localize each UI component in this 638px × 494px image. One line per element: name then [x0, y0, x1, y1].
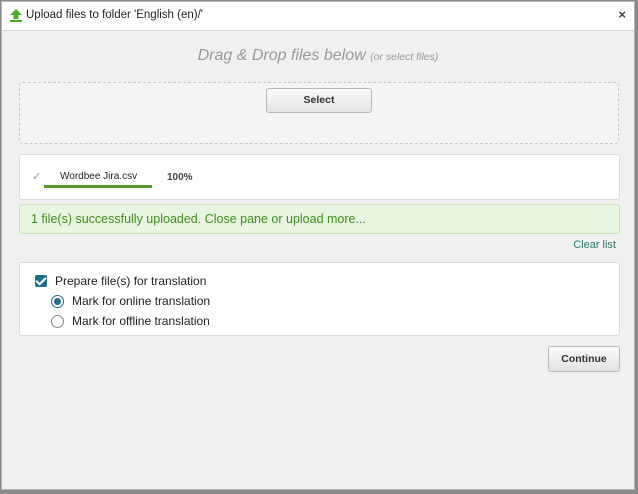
select-files-button[interactable]: Select	[266, 88, 372, 113]
upload-progress-bar	[44, 185, 152, 188]
online-option[interactable]: Mark for online translation	[51, 294, 210, 308]
translation-options: Prepare file(s) for translation Mark for…	[19, 262, 620, 336]
upload-progress-fill	[44, 185, 152, 188]
close-button[interactable]: ×	[618, 8, 626, 22]
drag-drop-title: Drag & Drop files below	[197, 47, 366, 64]
online-radio[interactable]	[51, 294, 64, 308]
prepare-checkbox[interactable]	[35, 275, 47, 287]
offline-option[interactable]: Mark for offline translation	[51, 314, 210, 328]
drag-drop-heading: Drag & Drop files below (or select files…	[2, 47, 634, 65]
online-label: Mark for online translation	[72, 294, 211, 308]
title-bar: Upload files to folder 'English (en)/' ×	[2, 2, 634, 31]
upload-dialog: Upload files to folder 'English (en)/' ×…	[1, 1, 635, 490]
prepare-label: Prepare file(s) for translation	[55, 274, 207, 288]
dialog-title: Upload files to folder 'English (en)/'	[26, 9, 203, 21]
offline-radio[interactable]	[51, 314, 64, 328]
upload-progress-percent: 100%	[167, 172, 193, 183]
file-name: Wordbee Jira.csv	[60, 171, 138, 182]
offline-label: Mark for offline translation	[72, 314, 210, 328]
prepare-option[interactable]: Prepare file(s) for translation	[35, 274, 206, 288]
continue-button[interactable]: Continue	[548, 346, 620, 372]
file-list: ✓ Wordbee Jira.csv 100%	[19, 154, 620, 200]
success-message: 1 file(s) successfully uploaded. Close p…	[19, 204, 620, 234]
check-icon: ✓	[32, 171, 42, 183]
clear-list-link[interactable]: Clear list	[573, 239, 616, 251]
upload-arrow-icon	[10, 9, 22, 22]
drag-drop-subtitle: (or select files)	[370, 51, 439, 63]
